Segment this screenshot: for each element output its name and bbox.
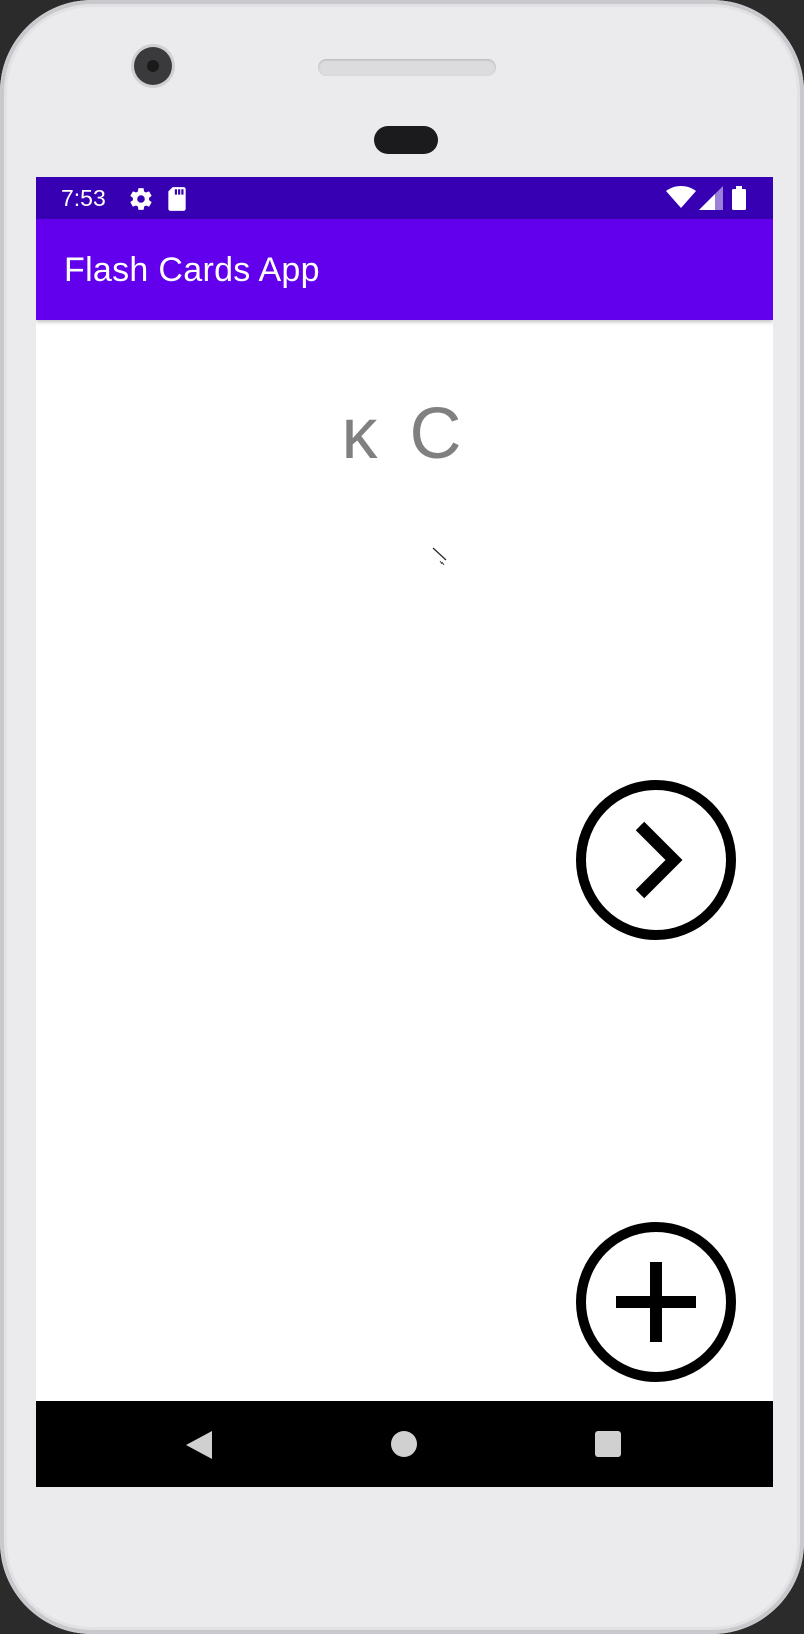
proximity-sensor (374, 126, 438, 154)
cell-signal-icon (699, 186, 723, 215)
flash-card-text[interactable]: ĸ C (36, 393, 773, 475)
add-card-button[interactable] (576, 1222, 736, 1382)
back-icon[interactable] (184, 1429, 214, 1466)
app-bar: Flash Cards App (36, 219, 773, 320)
device-screen: 7:53 Flash Cards App ĸ C (36, 177, 773, 1487)
phone-frame: 7:53 Flash Cards App ĸ C (0, 0, 804, 1634)
next-card-button[interactable] (576, 780, 736, 940)
wifi-icon (666, 186, 696, 215)
mouse-cursor-icon (432, 547, 448, 572)
home-icon[interactable] (389, 1429, 419, 1464)
plus-icon (616, 1262, 696, 1342)
battery-icon (732, 186, 746, 215)
status-time: 7:53 (61, 185, 106, 211)
earpiece-speaker (318, 59, 496, 76)
settings-icon (128, 186, 154, 217)
app-title: Flash Cards App (64, 251, 320, 289)
chevron-right-icon (635, 821, 683, 899)
sd-card-icon (166, 186, 188, 217)
front-camera (134, 47, 172, 85)
recents-icon[interactable] (593, 1429, 623, 1464)
navigation-bar (36, 1401, 773, 1487)
status-bar: 7:53 (36, 177, 773, 219)
